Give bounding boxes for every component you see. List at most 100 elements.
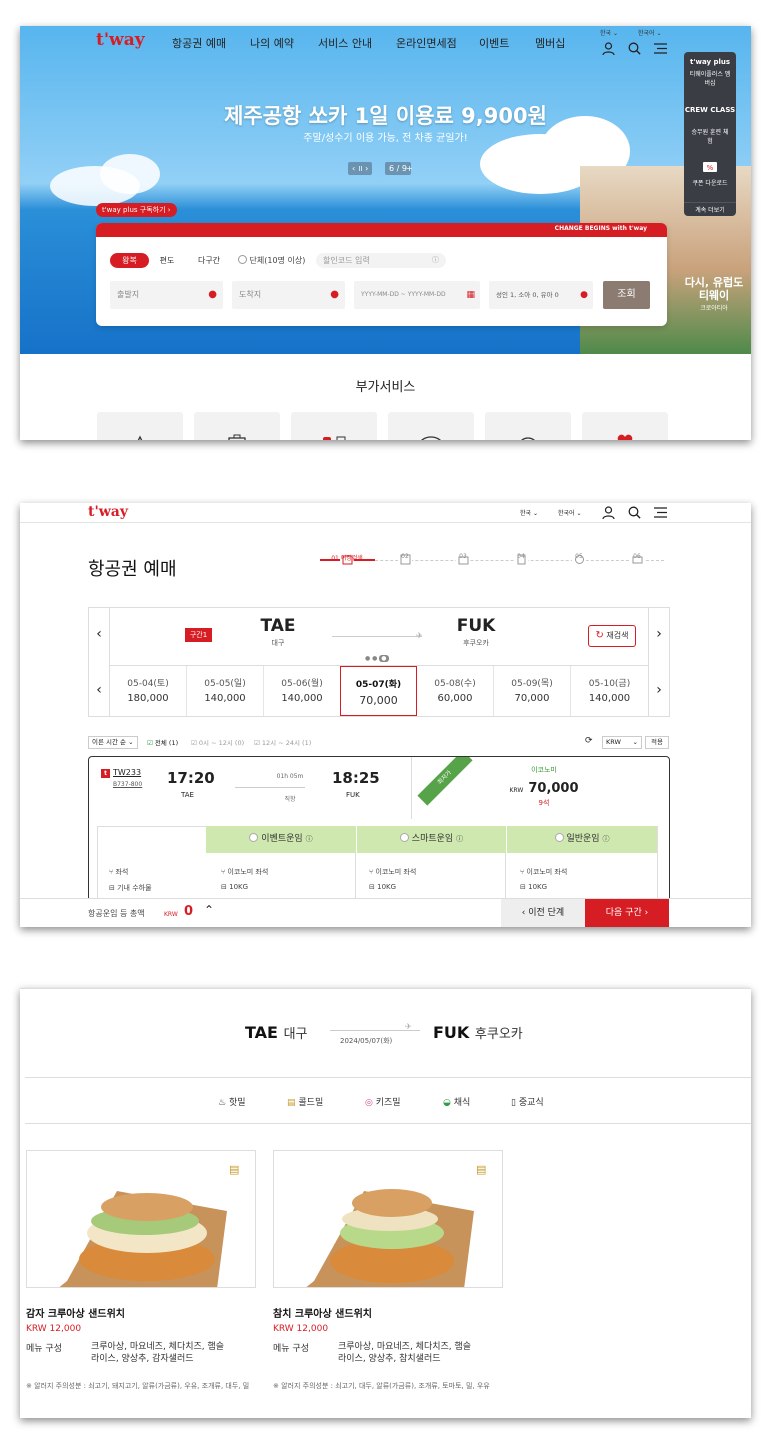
- date-option[interactable]: 05-04(토) 180,000: [110, 666, 187, 716]
- nav-item-service[interactable]: 서비스 안내: [318, 35, 372, 51]
- origin-code: TAE: [245, 1023, 278, 1042]
- meal-tab-kids[interactable]: ◎ 키즈밀: [365, 1095, 401, 1108]
- nav-item-dutyfree[interactable]: 온라인면세점: [396, 35, 457, 51]
- passenger-input[interactable]: 성인 1, 소아 0, 유아 0 ●: [489, 281, 593, 309]
- apply-button[interactable]: 적용: [645, 736, 669, 749]
- service-card[interactable]: [97, 412, 183, 440]
- seat-icon: [416, 431, 446, 440]
- segment-pagination[interactable]: ● ● ●: [365, 655, 389, 662]
- currency-select[interactable]: KRW ⌄: [602, 736, 642, 749]
- meal-tab-vegetarian-label: 채식: [453, 1098, 471, 1108]
- search-button[interactable]: 조회: [603, 281, 650, 309]
- destination-input[interactable]: 도착지 ●: [232, 281, 345, 309]
- language-select[interactable]: 한국어 ⌄: [558, 508, 582, 517]
- promo-code-input[interactable]: 할인코드 입력 ⓘ: [316, 253, 446, 268]
- trip-type-oneway[interactable]: 편도: [149, 253, 185, 268]
- service-card[interactable]: [194, 412, 280, 440]
- smart-bag-text: 10KG: [377, 883, 397, 891]
- date-option[interactable]: 05-06(월) 140,000: [264, 666, 341, 716]
- previous-step-button[interactable]: ‹ 이전 단계: [501, 899, 585, 927]
- next-segment-button[interactable]: 다음 구간 ›: [585, 899, 669, 927]
- help-icon[interactable]: ⓘ: [432, 253, 439, 268]
- country-select[interactable]: 한국 ⌄: [520, 508, 538, 517]
- subscribe-tag[interactable]: t'way plus 구독하기 ›: [96, 203, 177, 217]
- sort-select[interactable]: 이른 시간 순 ⌄: [88, 736, 138, 749]
- fare-option-event[interactable]: 이벤트운임 ⓘ: [206, 826, 356, 853]
- menu-icon[interactable]: [652, 504, 668, 520]
- checkbox-icon: ☑: [191, 739, 197, 747]
- service-card[interactable]: [485, 412, 571, 440]
- trip-type-roundtrip[interactable]: 왕복: [110, 253, 149, 268]
- date-option[interactable]: 05-09(목) 70,000: [494, 666, 571, 716]
- tway-logo[interactable]: t'way: [96, 30, 145, 50]
- step-4-label: 04: [517, 553, 525, 560]
- info-icon[interactable]: ⓘ: [306, 835, 313, 843]
- menu-icon[interactable]: [652, 40, 668, 56]
- group-booking-checkbox[interactable]: 단체(10명 이상): [238, 253, 308, 268]
- date-option[interactable]: 05-08(수) 60,000: [417, 666, 494, 716]
- filter-all-checkbox[interactable]: ☑ 전체 (1): [147, 737, 178, 747]
- language-select[interactable]: 한국어 ⌄: [638, 28, 662, 37]
- date-range-input[interactable]: YYYY-MM-DD ~ YYYY-MM-DD ▦: [354, 281, 480, 309]
- route-right-panel: [648, 607, 670, 717]
- banner-add-icon[interactable]: +: [404, 162, 415, 175]
- banner-prev-pause[interactable]: ‹ ॥ ›: [348, 162, 373, 175]
- nav-item-membership[interactable]: 멤버십: [535, 35, 565, 51]
- nav-item-my-booking[interactable]: 나의 예약: [250, 35, 294, 51]
- flight-number[interactable]: TW233: [113, 768, 141, 777]
- meal-tab-hot[interactable]: ♨ 핫밀: [218, 1095, 246, 1108]
- side-coupon-download[interactable]: 쿠폰 다운로드: [684, 178, 736, 187]
- date-next-chevron-icon[interactable]: ›: [650, 681, 668, 699]
- town-caption: 다시, 유럽도 티웨이 크로아티아: [684, 276, 744, 315]
- side-more[interactable]: 계속 더보기: [684, 202, 736, 214]
- menu-card-potato[interactable]: ▤: [26, 1150, 256, 1288]
- arrival-code: FUK: [346, 791, 360, 799]
- filter-morning-checkbox[interactable]: ☑ 0시 ~ 12시 (0): [191, 737, 244, 747]
- aircraft-type[interactable]: B737-800: [113, 781, 142, 788]
- currency-exchange-icon[interactable]: ⟳: [585, 736, 593, 746]
- service-card[interactable]: [291, 412, 377, 440]
- menu-card-tuna[interactable]: ▤: [273, 1150, 503, 1288]
- info-icon[interactable]: ⓘ: [456, 835, 463, 843]
- filter-afternoon-checkbox[interactable]: ☑ 12시 ~ 24시 (1): [254, 737, 311, 747]
- meal-tab-chinese[interactable]: ▯ 중교식: [511, 1095, 544, 1108]
- user-icon[interactable]: [600, 504, 616, 520]
- segment-prev-chevron-icon[interactable]: ‹: [90, 625, 108, 643]
- date-prev-chevron-icon[interactable]: ‹: [90, 681, 108, 699]
- meal-tab-cold[interactable]: ▤ 콜드밀: [287, 1095, 323, 1108]
- user-icon[interactable]: [600, 40, 616, 56]
- side-crew-class[interactable]: CREW CLASS: [684, 106, 736, 114]
- date-label: 05-05(일): [204, 679, 246, 689]
- info-icon[interactable]: ⓘ: [602, 835, 609, 843]
- trip-type-multicity[interactable]: 다구간: [188, 253, 230, 268]
- chevron-up-icon[interactable]: ⌃: [204, 903, 214, 917]
- nav-item-event[interactable]: 이벤트: [479, 35, 509, 51]
- meal-selection-screen: TAE 대구 ✈ 2024/05/07(화) FUK 후쿠오카 ♨ 핫밀 ▤ 콜…: [20, 988, 751, 1418]
- meal-tab-vegetarian[interactable]: ◒ 채식: [443, 1095, 470, 1108]
- regular-bag: ⊟ 10KG: [520, 883, 547, 891]
- country-select[interactable]: 한국 ⌄: [600, 28, 618, 37]
- search-icon[interactable]: [626, 40, 642, 56]
- date-option[interactable]: 05-10(금) 140,000: [571, 666, 648, 716]
- research-button[interactable]: ↻ 재검색: [588, 625, 636, 647]
- segment-next-chevron-icon[interactable]: ›: [650, 625, 668, 643]
- date-price: 140,000: [204, 693, 246, 704]
- service-card[interactable]: [388, 412, 474, 440]
- nav-item-booking[interactable]: 항공권 예매: [172, 35, 226, 51]
- divider: [25, 1077, 751, 1078]
- date-label: 05-06(월): [281, 679, 323, 689]
- fare-option-smart[interactable]: 스마트운임 ⓘ: [356, 826, 506, 853]
- service-card[interactable]: [582, 412, 668, 440]
- tway-logo[interactable]: t'way: [88, 504, 128, 520]
- meal-tab-cold-label: 콜드밀: [298, 1098, 324, 1108]
- language-label: 한국어: [638, 30, 655, 37]
- fare-option-regular[interactable]: 일반운임 ⓘ: [506, 826, 657, 853]
- bag-icon: ⊟: [369, 883, 375, 891]
- date-option[interactable]: 05-05(일) 140,000: [187, 666, 264, 716]
- origin-input[interactable]: 출발지 ●: [110, 281, 223, 309]
- route-left-panel: [88, 607, 110, 717]
- location-pin-icon: ●: [330, 289, 339, 300]
- side-tway-plus[interactable]: t'way plus: [684, 58, 736, 66]
- date-option-selected[interactable]: 05-07(화) 70,000: [340, 666, 417, 716]
- search-icon[interactable]: [626, 504, 642, 520]
